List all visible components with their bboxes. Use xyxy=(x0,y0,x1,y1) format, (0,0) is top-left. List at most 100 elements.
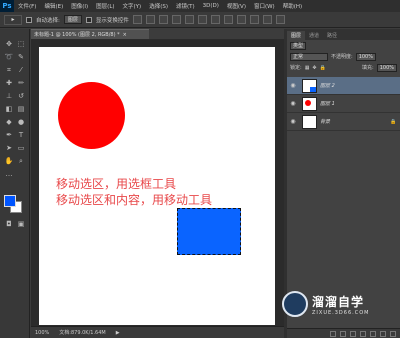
tab-layers[interactable]: 图层 xyxy=(287,31,306,40)
menu-3d[interactable]: 3D(D) xyxy=(199,3,223,9)
eyedropper-icon[interactable]: ⁄ xyxy=(15,65,27,76)
show-transform-checkbox[interactable] xyxy=(85,16,92,23)
menu-filter[interactable]: 滤镜(T) xyxy=(172,2,199,10)
delete-layer-icon[interactable] xyxy=(390,330,396,337)
layer-name[interactable]: 图层 1 xyxy=(320,100,400,107)
document-tab[interactable]: 未标题-1 @ 100% (图层 2, RGB/8) * × xyxy=(31,29,149,39)
fill-input[interactable]: 100% xyxy=(376,63,397,72)
layers-panel-footer xyxy=(287,328,400,338)
quick-mask-icon[interactable]: ◘ xyxy=(3,219,15,230)
foreground-color-swatch[interactable] xyxy=(4,195,16,207)
layer-row-background[interactable]: ◉ 背景 🔒 xyxy=(287,113,400,131)
add-mask-icon[interactable] xyxy=(350,330,356,337)
opacity-input[interactable]: 100% xyxy=(355,52,376,61)
quick-select-icon[interactable]: ✎ xyxy=(15,52,27,63)
status-menu-arrow-icon[interactable]: ▶ xyxy=(116,330,120,336)
menu-type[interactable]: 文字(Y) xyxy=(119,2,146,10)
tab-paths[interactable]: 路径 xyxy=(323,31,341,40)
type-tool-icon[interactable]: T xyxy=(15,130,27,141)
toolbox: ✥ ⬚ ➰ ✎ ⌗ ⁄ ✚ ✏ ⊥ ↺ ◧ ▤ ◆ ● ✒ T ➤ ▭ ✋ ⌕ … xyxy=(0,29,30,338)
brush-tool-icon[interactable]: ✏ xyxy=(15,78,27,89)
layers-list: ◉ 图层 2 ◉ 图层 1 ◉ 背景 🔒 xyxy=(287,77,400,131)
zoom-tool-icon[interactable]: ⌕ xyxy=(15,156,27,167)
distribute-right-icon[interactable] xyxy=(275,15,285,24)
blur-tool-icon[interactable]: ◆ xyxy=(3,117,15,128)
layer-lock-icon: 🔒 xyxy=(390,118,397,125)
distribute-center-icon[interactable] xyxy=(262,15,272,24)
menu-view[interactable]: 视图(V) xyxy=(223,2,250,10)
move-tool-preset[interactable]: ▸ xyxy=(4,14,22,25)
distribute-top-icon[interactable] xyxy=(210,15,220,24)
watermark-url: ZIXUE.3D66.COM xyxy=(312,309,370,316)
menu-file[interactable]: 文件(F) xyxy=(14,2,40,10)
align-middle-icon[interactable] xyxy=(145,15,155,24)
align-bottom-icon[interactable] xyxy=(158,15,168,24)
pen-tool-icon[interactable]: ✒ xyxy=(3,130,15,141)
adjustment-layer-icon[interactable] xyxy=(360,330,366,337)
layer-name[interactable]: 背景 xyxy=(320,118,390,125)
lasso-tool-icon[interactable]: ➰ xyxy=(3,52,15,63)
menu-layer[interactable]: 图层(L) xyxy=(92,2,118,10)
shape-tool-icon[interactable]: ▭ xyxy=(15,143,27,154)
visibility-eye-icon[interactable]: ◉ xyxy=(287,100,299,107)
add-style-icon[interactable] xyxy=(340,330,346,337)
zoom-level[interactable]: 100% xyxy=(35,330,49,336)
menu-edit[interactable]: 编辑(E) xyxy=(40,2,67,10)
blue-rectangle-selection[interactable] xyxy=(177,208,241,255)
align-right-icon[interactable] xyxy=(197,15,207,24)
history-brush-icon[interactable]: ↺ xyxy=(15,91,27,102)
layer-kind-filter[interactable]: 类型 xyxy=(290,41,307,50)
ps-logo: Ps xyxy=(0,0,14,12)
blend-row: 正常 不透明度: 100% xyxy=(287,51,400,62)
healing-brush-icon[interactable]: ✚ xyxy=(3,78,15,89)
lock-position-icon[interactable]: ✥ xyxy=(312,65,316,71)
menu-image[interactable]: 图像(I) xyxy=(67,2,92,10)
photoshop-window: Ps 文件(F) 编辑(E) 图像(I) 图层(L) 文字(Y) 选择(S) 滤… xyxy=(0,0,400,338)
crop-tool-icon[interactable]: ⌗ xyxy=(3,65,15,76)
tab-channels[interactable]: 通道 xyxy=(305,31,323,40)
fill-label: 填充: xyxy=(362,65,374,71)
screen-mode-icon[interactable]: ▣ xyxy=(15,219,27,230)
layer-name[interactable]: 图层 2 xyxy=(320,82,400,89)
align-top-icon[interactable] xyxy=(132,15,142,24)
move-tool-icon[interactable]: ✥ xyxy=(3,39,15,50)
align-center-icon[interactable] xyxy=(184,15,194,24)
layer-thumbnail xyxy=(302,78,317,93)
menu-window[interactable]: 窗口(W) xyxy=(250,2,279,10)
distribute-bottom-icon[interactable] xyxy=(236,15,246,24)
layer-row-2[interactable]: ◉ 图层 2 xyxy=(287,77,400,95)
eraser-tool-icon[interactable]: ◧ xyxy=(3,104,15,115)
auto-select-label: 自动选择: xyxy=(36,17,60,24)
annotation-line-2: 移动选区和内容，用移动工具 xyxy=(56,193,213,207)
document-tab-title: 未标题-1 @ 100% (图层 2, RGB/8) * xyxy=(34,32,120,38)
lock-pixels-icon[interactable]: ▦ xyxy=(305,65,310,71)
menu-help[interactable]: 帮助(H) xyxy=(279,2,306,10)
auto-select-dropdown[interactable]: 图层 xyxy=(63,15,82,24)
distribute-middle-icon[interactable] xyxy=(223,15,233,24)
red-circle-shape[interactable] xyxy=(58,82,125,149)
more-tools-icon[interactable]: … xyxy=(3,169,15,180)
menu-select[interactable]: 选择(S) xyxy=(145,2,172,10)
link-layers-icon[interactable] xyxy=(330,330,336,337)
watermark-text: 溜溜自学 ZIXUE.3D66.COM xyxy=(312,293,369,316)
visibility-eye-icon[interactable]: ◉ xyxy=(287,82,299,89)
close-tab-icon[interactable]: × xyxy=(123,32,127,38)
gradient-tool-icon[interactable]: ▤ xyxy=(15,104,27,115)
hand-tool-icon[interactable]: ✋ xyxy=(3,156,15,167)
canvas[interactable]: 移动选区，用选框工具 移动选区和内容，用移动工具 xyxy=(39,47,275,325)
auto-select-checkbox[interactable] xyxy=(26,16,32,23)
distribute-left-icon[interactable] xyxy=(249,15,259,24)
show-transform-label: 显示变换控件 xyxy=(95,17,129,24)
align-left-icon[interactable] xyxy=(171,15,181,24)
clone-stamp-icon[interactable]: ⊥ xyxy=(3,91,15,102)
visibility-eye-icon[interactable]: ◉ xyxy=(287,118,299,125)
dodge-tool-icon[interactable]: ● xyxy=(15,117,27,128)
opacity-label: 不透明度: xyxy=(331,54,353,60)
path-select-icon[interactable]: ➤ xyxy=(3,143,15,154)
marquee-tool-icon[interactable]: ⬚ xyxy=(15,39,27,50)
new-layer-icon[interactable] xyxy=(380,330,386,337)
lock-all-icon[interactable]: 🔒 xyxy=(320,65,326,71)
new-group-icon[interactable] xyxy=(370,330,376,337)
layer-row-1[interactable]: ◉ 图层 1 xyxy=(287,95,400,113)
blend-mode-dropdown[interactable]: 正常 xyxy=(290,52,328,61)
